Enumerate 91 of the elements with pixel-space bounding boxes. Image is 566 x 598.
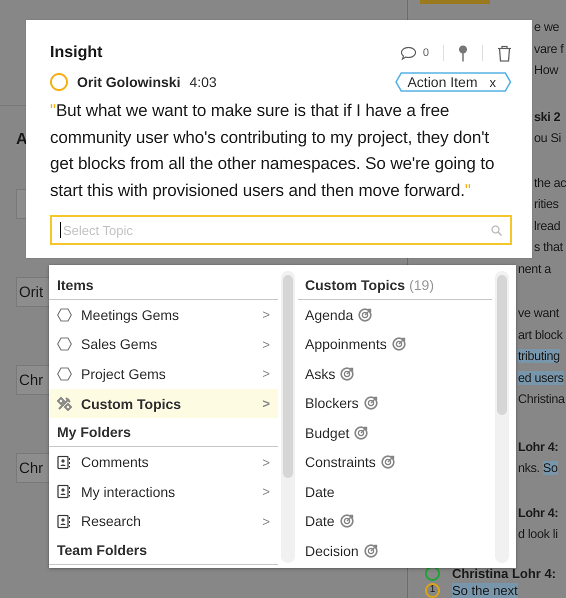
menu-item[interactable]: Project Gems > [49, 359, 278, 389]
topic-item[interactable]: Blockers [305, 395, 359, 412]
transcript-text: tributing [518, 348, 560, 365]
search-icon [491, 225, 502, 236]
chevron-icon: > [262, 307, 270, 322]
scrollbar[interactable] [495, 271, 509, 563]
contact-book-icon [57, 514, 72, 529]
hexagon-icon [57, 308, 72, 322]
speaker-name: Orit Golowinski [77, 74, 180, 90]
trash-icon[interactable] [497, 44, 512, 62]
menu-item-label[interactable]: Comments [81, 454, 149, 470]
menu-item[interactable]: My interactions > [49, 476, 278, 507]
transcript-text: How [534, 62, 558, 79]
chevron-icon: > [262, 366, 270, 382]
menu-item-label[interactable]: Custom Topics [81, 396, 182, 412]
transcript-text: nks. So [518, 460, 558, 477]
hexagon-icon [57, 366, 72, 381]
text-cursor [60, 222, 61, 238]
menu-item[interactable]: Meetings Gems > [49, 300, 278, 330]
target-icon [354, 426, 368, 440]
section-heading: Items [49, 271, 278, 300]
transcript-text: e we [534, 19, 560, 36]
contact-book-icon [57, 454, 72, 470]
target-icon [380, 455, 395, 470]
topic-item[interactable]: Budget [305, 424, 350, 441]
transcript-text: lread [534, 218, 560, 234]
avatar-circle [50, 73, 68, 91]
transcript-text: the ac [534, 174, 566, 192]
transcript-text: ed users [518, 370, 564, 386]
section-heading: My Folders [49, 418, 278, 448]
topic-item[interactable]: Appoinments [305, 336, 387, 352]
transcript-text: Christina [518, 391, 565, 408]
topic-item[interactable]: Constraints [305, 454, 376, 470]
menu-item[interactable]: Custom Topics > [49, 388, 278, 418]
menu-item[interactable]: Sales Gems > [49, 330, 278, 360]
target-icon [364, 544, 378, 558]
tab-indicator [420, 0, 490, 4]
menu-item-label[interactable]: Sales Gems [81, 336, 158, 352]
contact-book-icon [57, 484, 72, 500]
transcript-text: s that [534, 239, 563, 256]
topic-item[interactable]: Date [305, 484, 335, 500]
comment-count: 0 [422, 47, 429, 59]
pin-icon[interactable] [458, 44, 468, 62]
transcript-text: art block [518, 326, 563, 344]
transcript-text: d look li [518, 526, 558, 543]
chevron-icon: > [262, 514, 270, 529]
target-icon [340, 514, 354, 528]
transcript-text: nent a [518, 260, 551, 278]
chevron-icon: > [262, 454, 270, 470]
menu-item-label[interactable]: My interactions [81, 484, 176, 500]
quote-text: "But what we want to make sure is that if I have a free community user who's contributing to my project, they don't get blocks from all the other namespaces. So we're going to start this with provisioned users and then move forward." [50, 100, 496, 202]
action-item-tag[interactable]: Action Item x [395, 72, 512, 92]
topic-item[interactable]: Decision [305, 542, 359, 559]
hexagon-icon [57, 337, 72, 352]
transcript-text: vare f [534, 40, 564, 58]
menu-item[interactable]: Research > [49, 506, 278, 536]
topic-item[interactable]: Date [305, 513, 335, 530]
target-icon [364, 396, 378, 410]
speaker-name: Lohr 4: [518, 504, 558, 522]
chevron-icon: > [262, 396, 270, 412]
menu-item-label[interactable]: Project Gems [81, 366, 166, 382]
chevron-icon: > [262, 336, 270, 352]
name-cell: Chr [16, 453, 50, 483]
transcript-text: rities [534, 196, 559, 213]
speaker-name: ski 2 [534, 108, 560, 126]
comment-icon[interactable] [400, 46, 417, 60]
scrollbar[interactable] [281, 271, 295, 563]
search-field[interactable]: Select Topic [50, 215, 512, 245]
target-icon [340, 366, 354, 381]
timestamp: 4:03 [189, 74, 217, 90]
dialog-title: Insight [50, 44, 102, 62]
section-heading: Team Folders [49, 536, 278, 566]
speaker-name: Christina Lohr 4: [452, 566, 556, 581]
name-cell: Orit [16, 277, 50, 307]
transcript-text: ve want [518, 305, 559, 322]
tools-icon [57, 396, 72, 412]
topic-item[interactable]: Agenda [305, 306, 354, 323]
section-heading: A [16, 131, 28, 149]
topic-item[interactable]: Asks [305, 366, 336, 382]
target-icon [358, 308, 372, 322]
name-cell: Chr [16, 365, 50, 395]
menu-item-label[interactable]: Research [81, 513, 141, 530]
menu-item-label[interactable]: Meetings Gems [81, 306, 180, 323]
chevron-icon: > [262, 484, 270, 500]
transcript-text: ou Si [534, 130, 561, 147]
section-heading: Custom Topics (19) [298, 271, 492, 300]
menu-item[interactable]: Comments > [49, 447, 278, 477]
target-icon [392, 337, 406, 352]
speaker-name: Lohr 4: [518, 438, 558, 456]
count-badge: 1 [425, 582, 440, 598]
transcript-text: So the next [452, 582, 518, 598]
